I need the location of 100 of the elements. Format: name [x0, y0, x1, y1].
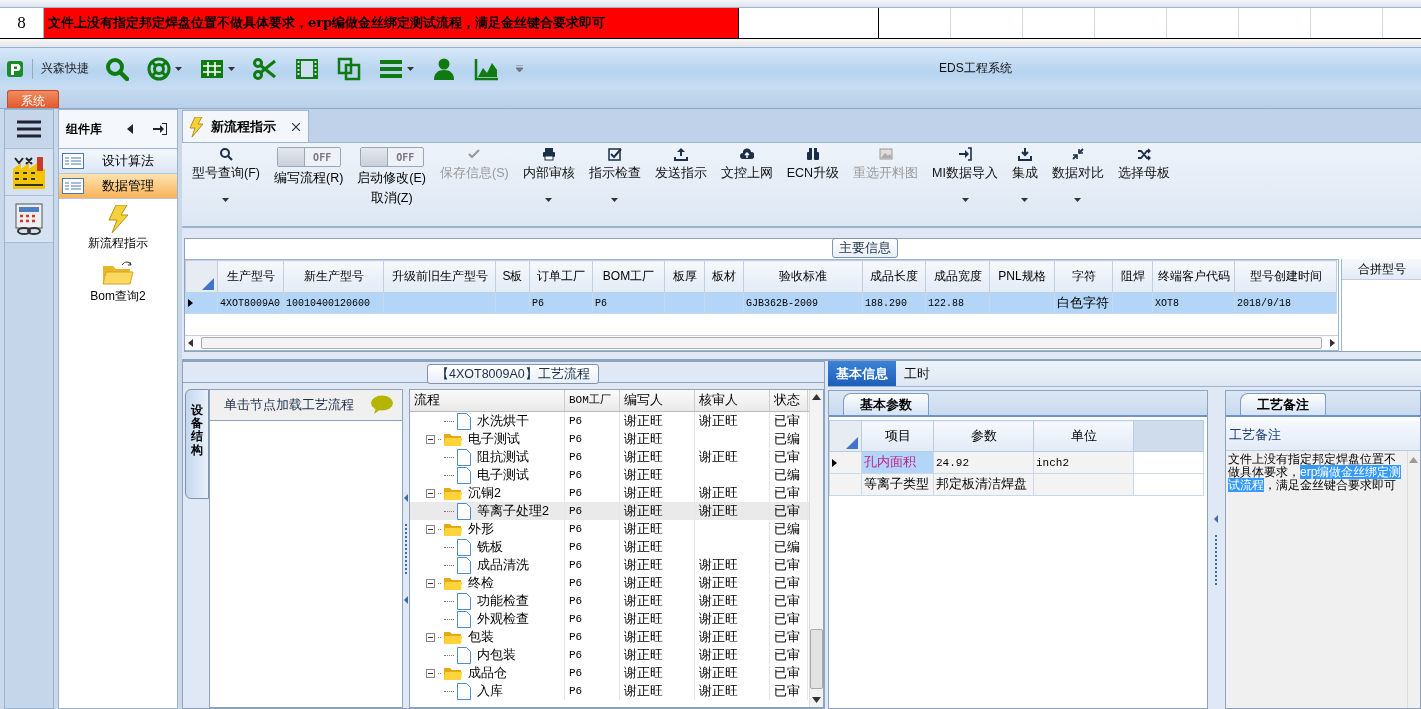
search-icon[interactable] [105, 56, 129, 81]
column-header[interactable]: 项目 [861, 420, 934, 452]
column-header[interactable]: 升级前旧生产型号 [383, 260, 496, 293]
column-header[interactable]: 单位 [1033, 420, 1134, 452]
column-header[interactable]: 合拼型号 [1342, 259, 1421, 280]
column-header[interactable]: 生产型号 [217, 260, 284, 293]
dropdown-caret-icon[interactable] [407, 66, 414, 71]
tree-row[interactable]: 入库 P6 谢正旺 谢正旺 已审 [410, 682, 809, 700]
scissors-icon[interactable] [253, 56, 277, 81]
lifebuoy-icon[interactable] [147, 56, 171, 81]
column-header[interactable]: 成品长度 [862, 260, 926, 293]
tree-row[interactable]: 成品仓 P6 谢正旺 谢正旺 已审 [410, 664, 809, 682]
tree-row[interactable]: 电子测试 P6 谢正旺 已编 [410, 466, 809, 484]
dropdown-caret-icon[interactable] [1021, 198, 1029, 202]
collapse-box-icon[interactable] [426, 488, 435, 498]
factory-icon[interactable] [13, 155, 45, 189]
side-tab[interactable]: 设备结构 [185, 389, 209, 499]
panel-tab[interactable]: 工艺备注 [1240, 393, 1326, 415]
collapse-box-icon[interactable] [426, 668, 435, 678]
select-all-corner[interactable] [829, 420, 862, 452]
ribbon-button[interactable]: ECN升级 [780, 147, 846, 226]
table-cell: 已审 [770, 556, 808, 574]
tree-row[interactable]: 外形 P6 谢正旺 已编 [410, 520, 809, 538]
column-header[interactable]: 型号创建时间 [1234, 260, 1337, 293]
column-header[interactable]: BOM工厂 [565, 390, 620, 411]
area-chart-icon[interactable] [474, 56, 498, 81]
sign-in-icon [958, 147, 972, 161]
column-header[interactable]: 阻焊 [1112, 260, 1153, 293]
collapse-box-icon[interactable] [426, 632, 435, 642]
dropdown-caret-icon[interactable] [1074, 198, 1082, 202]
dropdown-caret-icon[interactable] [175, 66, 182, 71]
collapse-arrow-icon[interactable] [127, 124, 133, 134]
column-header[interactable]: 新生产型号 [283, 260, 384, 293]
column-header[interactable]: 字符 [1054, 260, 1113, 293]
column-header[interactable]: 板厚 [664, 260, 705, 293]
column-header[interactable]: 核审人 [695, 390, 770, 411]
ribbon-button[interactable]: 集成 [1005, 147, 1044, 226]
tree-row[interactable]: 电子测试 P6 谢正旺 已编 [410, 430, 809, 448]
film-icon[interactable] [295, 56, 319, 81]
overflow-caret-icon[interactable] [516, 65, 523, 72]
dropdown-caret-icon[interactable] [222, 198, 230, 202]
close-icon[interactable] [292, 122, 300, 131]
column-header[interactable]: 成品宽度 [925, 260, 990, 293]
ribbon-button[interactable]: 发送指示 [648, 147, 713, 226]
tree-row[interactable]: 铣板 P6 谢正旺 已编 [410, 538, 809, 556]
column-header[interactable]: 流程 [410, 390, 565, 411]
column-header[interactable]: 参数 [933, 420, 1034, 452]
component-launcher[interactable]: 新流程指示 [88, 205, 148, 252]
tree-row[interactable]: 阻抗测试 P6 谢正旺 谢正旺 已审 [410, 448, 809, 466]
document-tab[interactable]: 新流程指示 [182, 110, 309, 142]
tree-node-label: 铣板 [477, 539, 503, 556]
ribbon-button[interactable]: 型号查询(F) [186, 147, 266, 226]
splitter-handle-icon[interactable] [403, 493, 409, 604]
collapse-box-icon[interactable] [426, 524, 435, 534]
ribbon-button[interactable]: 内部审核 [516, 147, 581, 226]
tab[interactable]: 工时 [896, 361, 938, 386]
column-header[interactable]: BOM工厂 [592, 260, 665, 293]
table-cell: 谢正旺 [620, 448, 695, 466]
tree-row[interactable]: 内包装 P6 谢正旺 谢正旺 已审 [410, 646, 809, 664]
column-header[interactable]: 状态 [770, 390, 808, 411]
category-item[interactable]: 数据管理 [59, 174, 177, 199]
dropdown-caret-icon[interactable] [611, 198, 619, 202]
tree-row[interactable]: 外观检查 P6 谢正旺 谢正旺 已审 [410, 610, 809, 628]
column-header[interactable]: 验收标准 [743, 260, 863, 293]
column-header[interactable]: PNL规格 [989, 260, 1055, 293]
ribbon-button[interactable]: 选择母板 [1111, 147, 1176, 226]
tab[interactable]: 基本信息 [828, 361, 896, 386]
column-header[interactable]: 终端客户代码 [1152, 260, 1235, 293]
column-header[interactable]: 板材 [704, 260, 744, 293]
collapse-box-icon[interactable] [426, 578, 435, 588]
column-header[interactable]: 编写人 [620, 390, 695, 411]
ribbon-button[interactable]: MI数据导入 [926, 147, 1004, 226]
user-icon[interactable] [432, 56, 456, 81]
tree-row[interactable]: 等离子处理2 P6 谢正旺 谢正旺 已审 [410, 502, 809, 520]
ribbon-button[interactable]: 文控上网 [714, 147, 779, 226]
ribbon-button[interactable]: 数据对比 [1045, 147, 1110, 226]
collapse-box-icon[interactable] [426, 434, 435, 444]
category-item[interactable]: 设计算法 [59, 149, 177, 174]
tree-row[interactable]: 终检 P6 谢正旺 谢正旺 已审 [410, 574, 809, 592]
sign-in-icon[interactable] [153, 123, 167, 135]
dropdown-caret-icon[interactable] [961, 198, 969, 202]
toggle-switch[interactable]: OFF [359, 147, 424, 167]
toggle-switch[interactable]: OFF [276, 147, 341, 167]
column-header[interactable]: S板 [495, 260, 530, 293]
menu-icon[interactable] [17, 120, 41, 138]
select-all-corner[interactable] [185, 260, 218, 293]
component-launcher[interactable]: Bom查询2 [90, 260, 146, 305]
ribbon-button[interactable]: 指示检查 [582, 147, 647, 226]
dropdown-caret-icon[interactable] [545, 198, 553, 202]
dropdown-caret-icon[interactable] [228, 66, 235, 71]
calculator-icon[interactable] [15, 203, 43, 235]
tree-row[interactable]: 成品清洗 P6 谢正旺 谢正旺 已审 [410, 556, 809, 574]
column-header[interactable]: 工艺备注 [1226, 420, 1420, 451]
copy-icon[interactable] [337, 56, 361, 81]
panel-tab[interactable]: 基本参数 [843, 393, 929, 415]
splitter-handle-icon[interactable] [1214, 514, 1219, 585]
tree-row[interactable]: 水洗烘干 P6 谢正旺 谢正旺 已审 [410, 412, 809, 430]
column-header[interactable]: 订单工厂 [529, 260, 593, 293]
tree-row[interactable]: 功能检查 P6 谢正旺 谢正旺 已审 [410, 592, 809, 610]
tree-row[interactable]: 包装 P6 谢正旺 谢正旺 已审 [410, 628, 809, 646]
